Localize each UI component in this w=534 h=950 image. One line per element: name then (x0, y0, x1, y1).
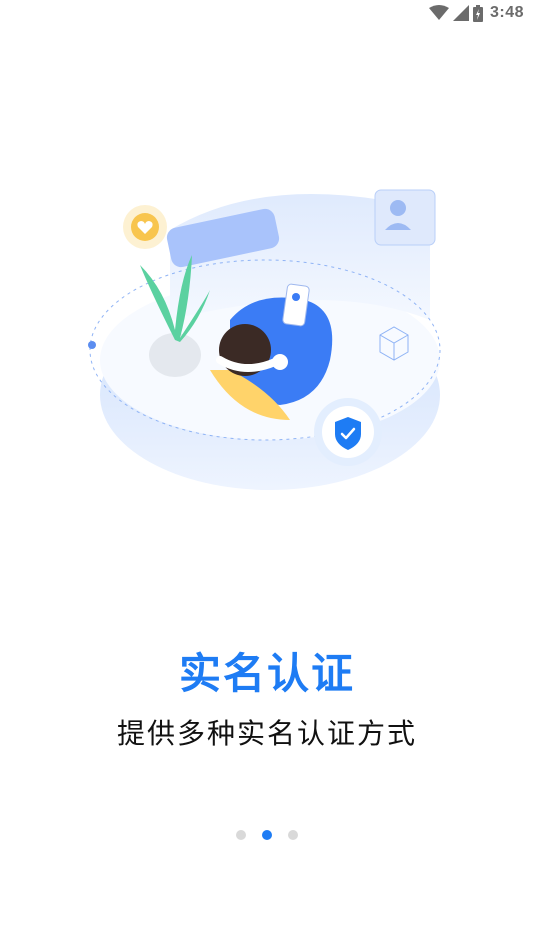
identity-verification-illustration (80, 170, 460, 510)
page-indicator-dot-3[interactable] (288, 830, 298, 840)
wifi-icon (428, 5, 449, 21)
page-indicator (0, 830, 534, 840)
onboarding-title: 实名认证 (178, 649, 355, 698)
cellular-signal-icon (452, 5, 469, 21)
onboarding-subtitle: 提供多种实名认证方式 (116, 717, 417, 750)
status-icons: 3:48 (428, 4, 524, 22)
clock-time: 3:48 (489, 4, 524, 21)
page-indicator-dot-1[interactable] (236, 830, 246, 840)
battery-icon (472, 4, 483, 22)
status-bar: 3:48 (0, 0, 534, 28)
page-indicator-dot-2-active[interactable] (262, 830, 272, 840)
